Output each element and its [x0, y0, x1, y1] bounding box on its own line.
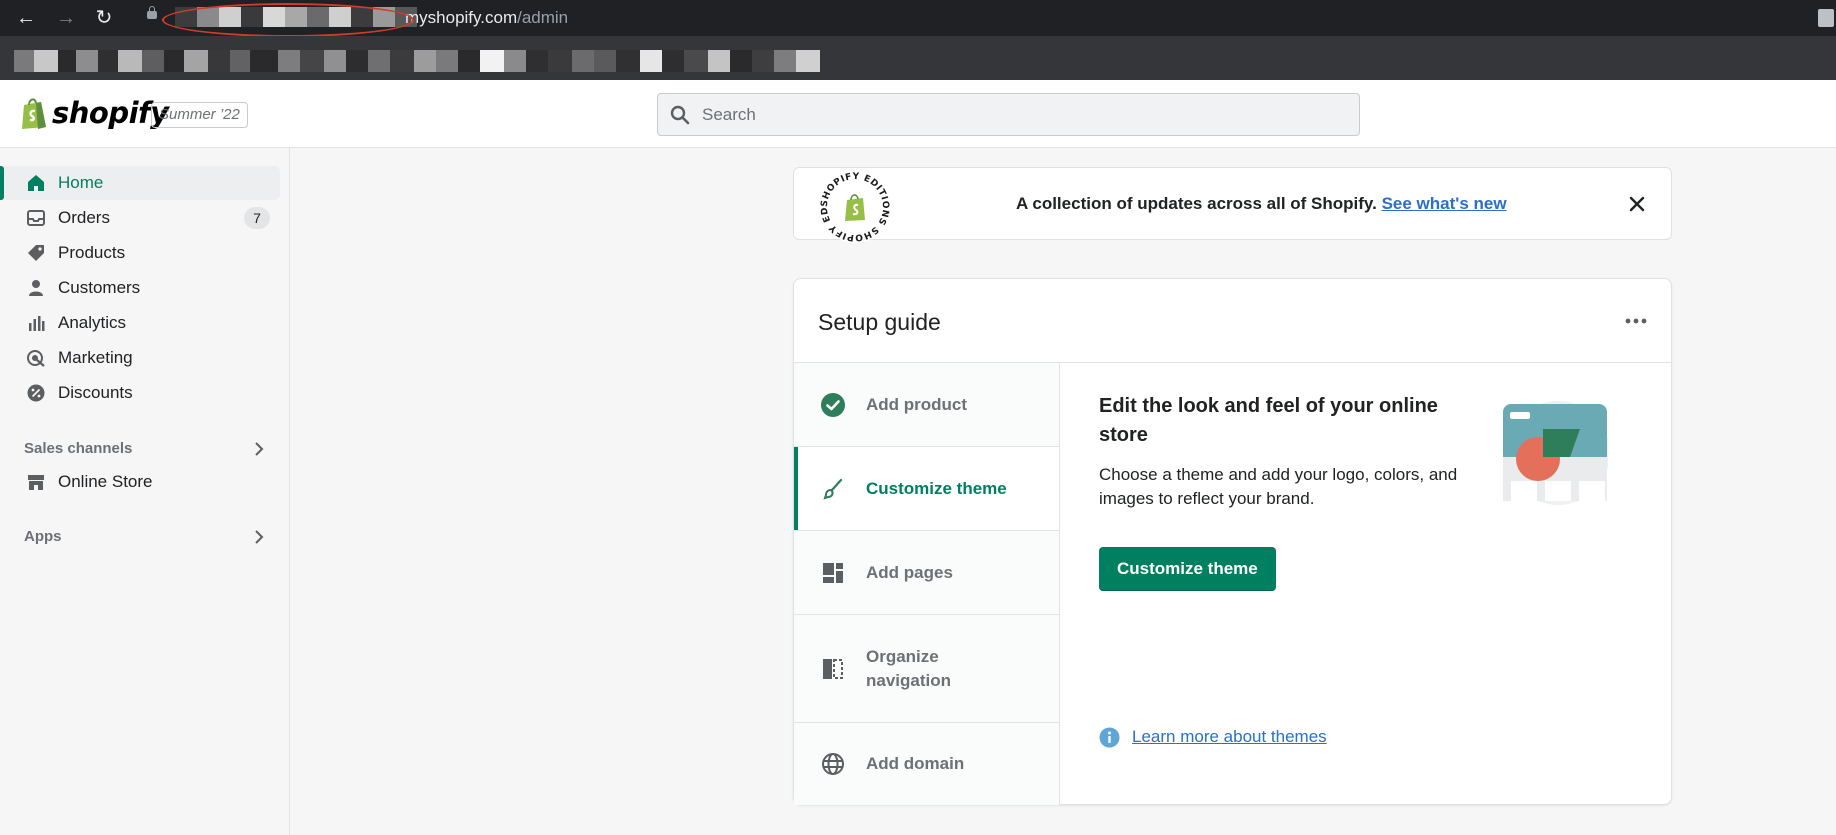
- url-host: myshopify.com: [405, 8, 518, 27]
- sidebar-item-label: Analytics: [58, 313, 127, 332]
- globe-icon: [822, 753, 844, 775]
- detail-title: Edit the look and feel of your online st…: [1099, 395, 1438, 446]
- theme-illustration-icon: [1503, 401, 1608, 505]
- navigation-icon: [823, 659, 843, 679]
- search-placeholder: Search: [702, 105, 756, 124]
- sidebar-item-products[interactable]: Products: [0, 236, 280, 270]
- sidebar-nav: Home Orders 7 Products Customers Analyti…: [0, 148, 290, 835]
- target-icon: [27, 350, 45, 367]
- sidebar-item-home[interactable]: Home: [0, 166, 280, 200]
- chevron-right-icon[interactable]: [250, 528, 268, 546]
- home-icon: [28, 175, 44, 191]
- search-input[interactable]: Search: [657, 93, 1360, 136]
- see-whats-new-link[interactable]: See what's new: [1382, 194, 1507, 213]
- url-path: /admin: [517, 8, 569, 27]
- step-add-product[interactable]: Add product: [794, 363, 1059, 447]
- shopify-bag-logo-icon[interactable]: [19, 96, 49, 130]
- setup-guide-title: Setup guide: [818, 309, 941, 335]
- step-label: Organize navigation: [866, 647, 952, 690]
- step-add-pages[interactable]: Add pages: [794, 531, 1059, 615]
- step-label: Add domain: [866, 754, 965, 773]
- sidebar-item-label: Discounts: [58, 383, 133, 402]
- translate-icon[interactable]: [1818, 9, 1834, 27]
- sidebar-item-label: Online Store: [58, 472, 153, 491]
- lock-icon: [147, 6, 157, 19]
- admin-topbar: shopify Summer ’22 Search: [0, 80, 1836, 148]
- info-icon: [1099, 727, 1120, 748]
- discount-icon: [27, 384, 45, 402]
- step-add-domain[interactable]: Add domain: [794, 723, 1059, 805]
- edition-badge[interactable]: Summer ’22: [151, 102, 248, 128]
- sidebar-item-discounts[interactable]: Discounts: [0, 376, 280, 410]
- bar-chart-icon: [29, 316, 45, 331]
- step-detail-panel: Edit the look and feel of your online st…: [1060, 363, 1671, 805]
- store-icon: [28, 475, 44, 490]
- more-horizontal-icon[interactable]: [1625, 317, 1647, 325]
- forward-arrow-icon[interactable]: →: [54, 6, 78, 30]
- sidebar-item-analytics[interactable]: Analytics: [0, 306, 280, 340]
- sales-channels-heading: Sales channels: [24, 440, 133, 457]
- orders-icon: [27, 210, 45, 226]
- close-icon[interactable]: [1627, 194, 1647, 214]
- banner-message: A collection of updates across all of Sh…: [1016, 194, 1377, 213]
- step-organize-navigation[interactable]: Organize navigation: [794, 615, 1059, 723]
- sidebar-item-label: Products: [58, 243, 126, 262]
- banner-text: A collection of updates across all of Sh…: [1016, 194, 1507, 214]
- sidebar-item-online-store[interactable]: Online Store: [0, 465, 280, 499]
- sidebar-item-orders[interactable]: Orders 7: [0, 201, 280, 235]
- pages-icon: [823, 563, 843, 583]
- apps-heading: Apps: [24, 528, 62, 545]
- learn-more-themes-link[interactable]: Learn more about themes: [1132, 727, 1327, 747]
- redacted-bookmarks: [0, 50, 1030, 72]
- search-icon: [670, 105, 690, 125]
- customize-theme-button[interactable]: Customize theme: [1099, 547, 1276, 591]
- sidebar-item-marketing[interactable]: Marketing: [0, 341, 280, 375]
- bookmarks-bar: [0, 36, 1836, 80]
- editions-banner: SHOPIFY EDITIONS SHOPIFY EDITIONS A coll…: [793, 167, 1672, 243]
- orders-count-badge: 7: [244, 207, 270, 229]
- step-label: Add product: [866, 395, 968, 414]
- paintbrush-icon: [823, 478, 843, 500]
- annotation-ellipse: [162, 3, 414, 37]
- tag-icon: [28, 245, 44, 261]
- chevron-right-icon[interactable]: [250, 440, 268, 458]
- step-label: Customize theme: [866, 479, 1007, 498]
- detail-description: Choose a theme and add your logo, colors…: [1099, 465, 1458, 508]
- shopify-editions-seal-icon: SHOPIFY EDITIONS SHOPIFY EDITIONS: [818, 170, 891, 243]
- sidebar-item-customers[interactable]: Customers: [0, 271, 280, 305]
- step-customize-theme[interactable]: Customize theme: [794, 447, 1059, 531]
- browser-toolbar: ← → ↻ myshopify.com/admin: [0, 0, 1836, 37]
- step-label: Add pages: [866, 563, 953, 582]
- sidebar-item-label: Home: [58, 173, 104, 192]
- person-icon: [29, 280, 43, 296]
- reload-icon[interactable]: ↻: [92, 6, 116, 30]
- sidebar-item-label: Orders: [58, 208, 110, 227]
- setup-steps-list: Add product Customize theme Add pages Or…: [794, 363, 1060, 805]
- url-text: myshopify.com/admin: [405, 8, 568, 28]
- check-circle-icon: [821, 393, 845, 417]
- sidebar-item-label: Marketing: [58, 348, 133, 367]
- back-arrow-icon[interactable]: ←: [14, 6, 38, 30]
- sidebar-item-label: Customers: [58, 278, 141, 297]
- setup-guide-card: Setup guide Add product Customize theme …: [793, 278, 1672, 805]
